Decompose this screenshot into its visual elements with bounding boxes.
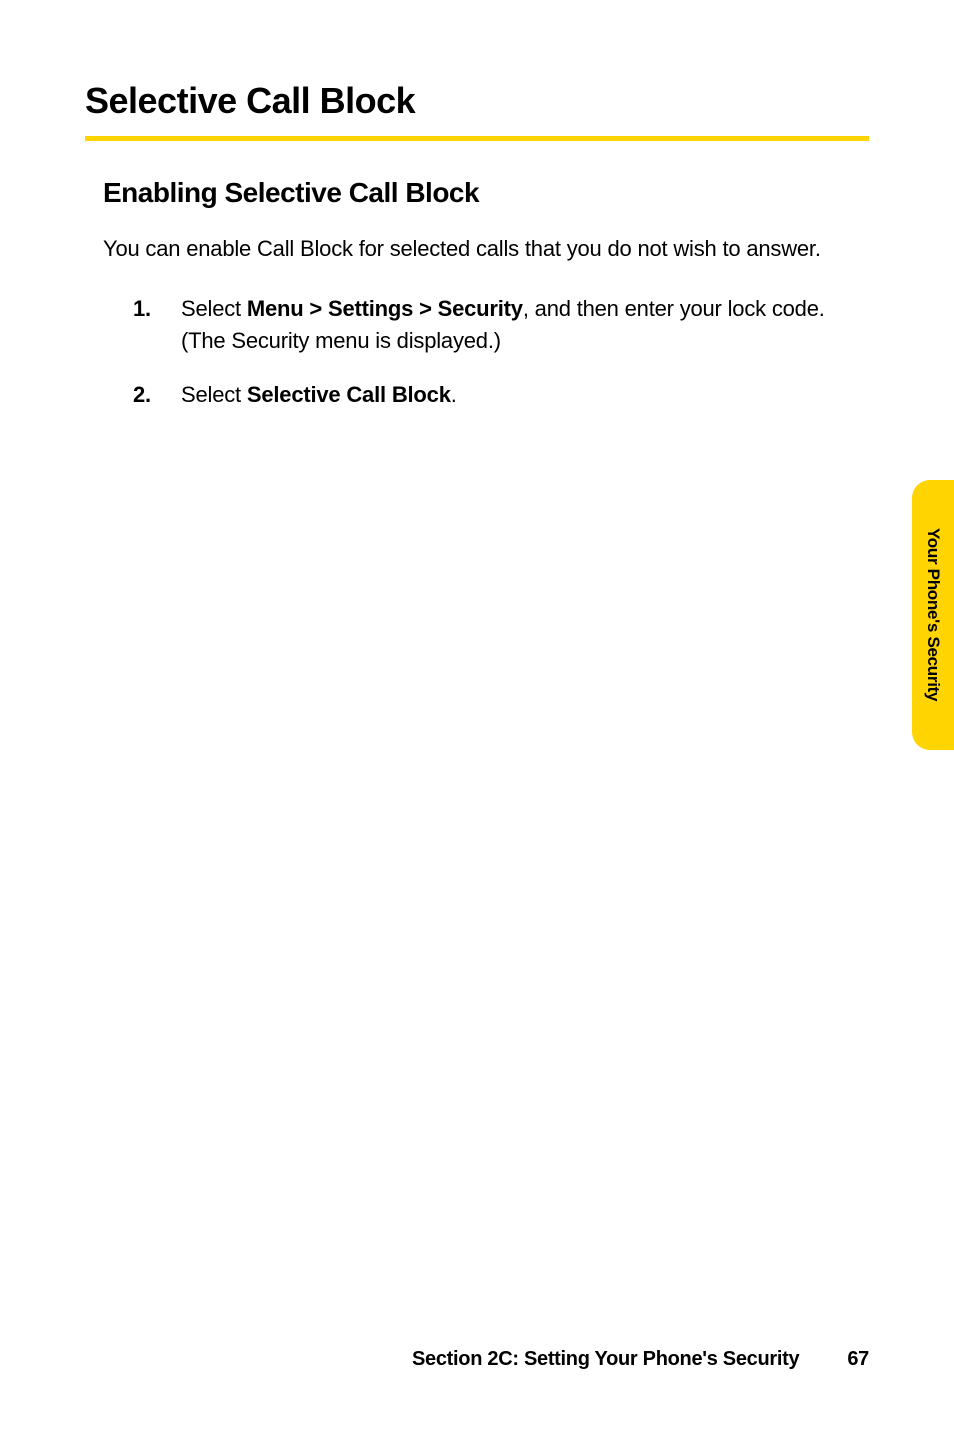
step-text: Select Menu > Settings > Security, and t… [181, 293, 869, 357]
step-item: 1. Select Menu > Settings > Security, an… [133, 293, 869, 357]
footer-section-title: Section 2C: Setting Your Phone's Securit… [412, 1348, 799, 1371]
step-bold: Selective Call Block [247, 382, 451, 407]
step-bold: Menu > Settings > Security [247, 296, 523, 321]
section-subheading: Enabling Selective Call Block [103, 177, 869, 209]
heading-divider [85, 136, 869, 141]
step-prefix: Select [181, 382, 247, 407]
page-footer: Section 2C: Setting Your Phone's Securit… [0, 1348, 954, 1371]
step-text: Select Selective Call Block. [181, 379, 869, 411]
intro-paragraph: You can enable Call Block for selected c… [103, 233, 869, 265]
footer-page-number: 67 [847, 1348, 869, 1371]
step-number: 2. [133, 379, 181, 411]
step-number: 1. [133, 293, 181, 357]
step-prefix: Select [181, 296, 247, 321]
step-suffix: . [451, 382, 457, 407]
page-heading: Selective Call Block [85, 80, 869, 122]
instruction-list: 1. Select Menu > Settings > Security, an… [133, 293, 869, 411]
step-item: 2. Select Selective Call Block. [133, 379, 869, 411]
side-tab: Your Phone's Security [912, 480, 954, 750]
side-tab-label: Your Phone's Security [923, 528, 943, 701]
